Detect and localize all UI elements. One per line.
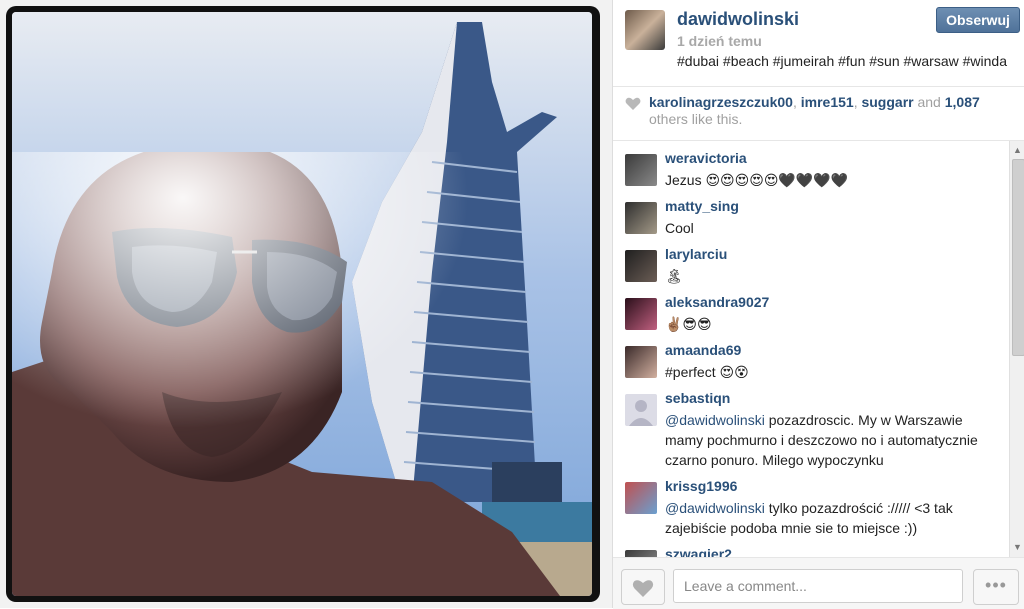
comment-text: @dawidwolinski tylko pozazdrościć ://///…: [665, 500, 953, 536]
commenter-avatar[interactable]: [625, 202, 657, 234]
comment-text: ✌🏽😎😎: [665, 316, 712, 332]
author-avatar[interactable]: [625, 10, 665, 50]
photo-area: [0, 0, 612, 608]
comments-list: weravictoria Jezus 😍😍😍😍😍🖤🖤🖤🖤 matty_sing …: [613, 141, 1009, 557]
commenter-username[interactable]: larylarciu: [665, 246, 727, 262]
commenter-username[interactable]: sebastiqn: [665, 390, 730, 406]
comments-scrollbar[interactable]: ▲ ▼: [1009, 141, 1024, 557]
commenter-username[interactable]: amaanda69: [665, 342, 741, 358]
post-side-panel: dawidwolinski Obserwuj 1 dzień temu #dub…: [612, 0, 1024, 609]
commenter-avatar[interactable]: [625, 394, 657, 426]
liker-link[interactable]: karolinagrzeszczuk00: [649, 94, 793, 110]
comment-text: #perfect 😍😵: [665, 364, 749, 380]
comment-text: @dawidwolinski pozazdroscic. My w Warsza…: [665, 412, 978, 468]
scroll-down-arrow-icon[interactable]: ▼: [1012, 541, 1023, 553]
selfie-person: [12, 152, 582, 596]
post-photo[interactable]: [12, 12, 592, 596]
comment-text: Cool: [665, 220, 694, 236]
heart-icon: [632, 580, 654, 597]
scroll-up-arrow-icon[interactable]: ▲: [1012, 144, 1023, 156]
commenter-avatar[interactable]: [625, 346, 657, 378]
author-username[interactable]: dawidwolinski: [677, 9, 799, 30]
post-header: dawidwolinski Obserwuj 1 dzień temu #dub…: [613, 0, 1024, 87]
post-caption: #dubai #beach #jumeirah #fun #sun #warsa…: [677, 53, 1007, 69]
comment-text: Jezus 😍😍😍😍😍🖤🖤🖤🖤: [665, 172, 849, 188]
post-timestamp: 1 dzień temu: [677, 33, 762, 49]
comment-text: 🏝: [665, 268, 683, 284]
commenter-username[interactable]: matty_sing: [665, 198, 739, 214]
follow-button[interactable]: Obserwuj: [936, 7, 1020, 33]
commenter-username[interactable]: szwagier2: [665, 546, 732, 557]
commenter-username[interactable]: aleksandra9027: [665, 294, 769, 310]
comment-input[interactable]: [673, 569, 963, 603]
commenter-avatar[interactable]: [625, 298, 657, 330]
commenter-avatar[interactable]: [625, 482, 657, 514]
comment-footer: •••: [613, 557, 1024, 609]
more-options-button[interactable]: •••: [973, 569, 1019, 605]
commenter-username[interactable]: krissg1996: [665, 478, 737, 494]
liker-link[interactable]: suggarr: [861, 94, 913, 110]
likes-summary: karolinagrzeszczuk00, imre151, suggarr a…: [649, 94, 980, 127]
likes-count[interactable]: 1,087: [945, 94, 980, 110]
default-avatar-icon: [629, 400, 653, 426]
commenter-avatar[interactable]: [625, 550, 657, 557]
commenter-username[interactable]: weravictoria: [665, 150, 747, 166]
like-button[interactable]: [621, 569, 665, 605]
liker-link[interactable]: imre151: [801, 94, 854, 110]
scrollbar-thumb[interactable]: [1012, 159, 1024, 356]
commenter-avatar[interactable]: [625, 250, 657, 282]
commenter-avatar[interactable]: [625, 154, 657, 186]
heart-icon: [625, 97, 641, 110]
